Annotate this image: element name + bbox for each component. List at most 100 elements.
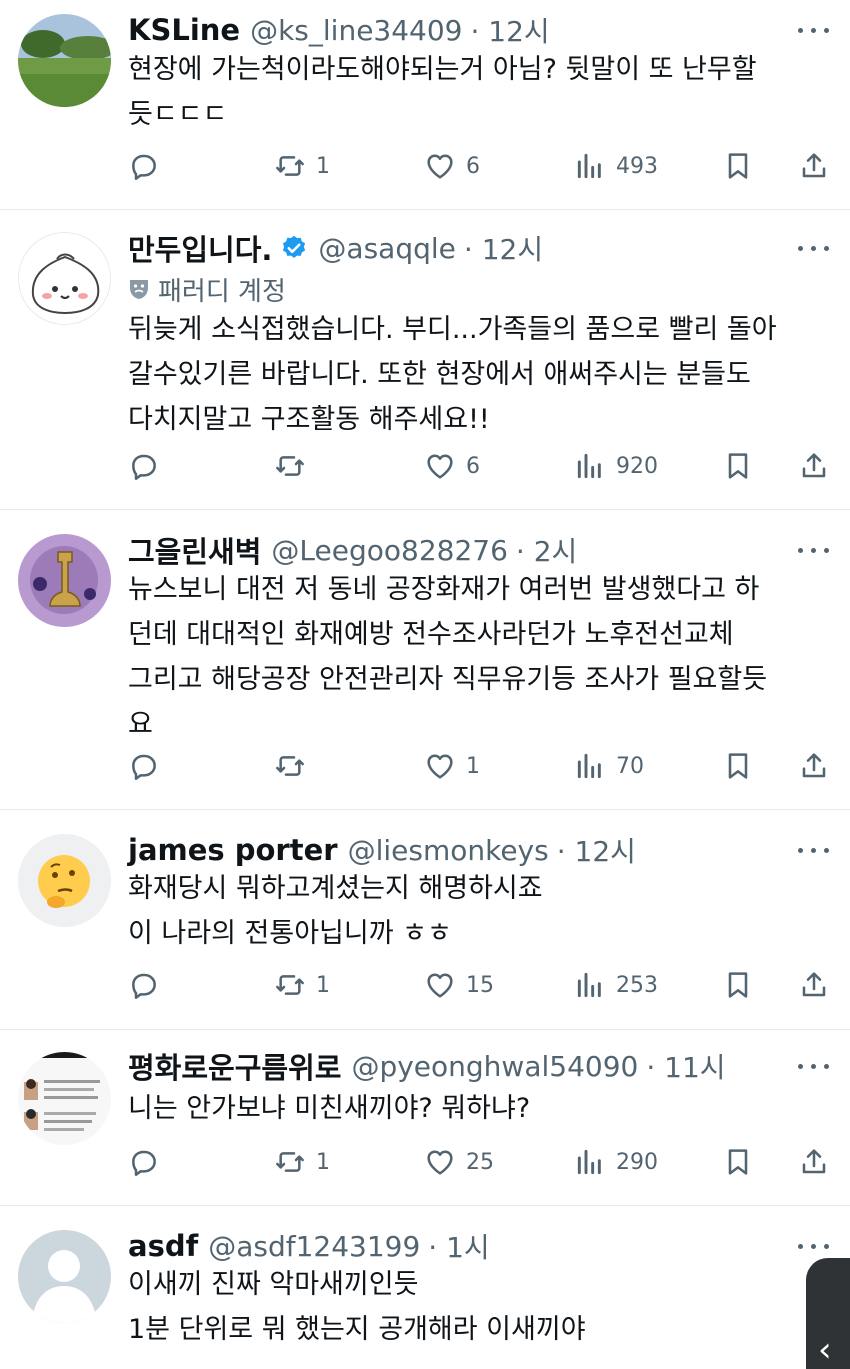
like-button[interactable]: 6 [424,146,480,186]
tweet[interactable]: asdf @asdf1243199 · 1시 이새끼 진짜 악마새끼인듯 1분 … [0,1206,850,1369]
views-button[interactable]: 493 [574,146,658,186]
more-icon[interactable] [798,242,830,254]
heart-icon [427,1150,453,1175]
author-handle[interactable]: @Leegoo828276 [271,534,507,567]
views-count: 493 [616,153,658,179]
reply-button[interactable] [128,746,160,786]
views-icon [577,1149,601,1175]
views-icon [577,153,601,179]
more-icon[interactable] [798,24,830,36]
timestamp[interactable]: · 2시 [516,530,577,570]
more-icon[interactable] [798,1240,830,1252]
share-icon [802,972,826,997]
tweet[interactable]: 만두입니다. @asaqqle · 12시 패러디 계정 뒤늦게 소식접했습니다… [0,210,850,510]
views-icon [577,753,601,779]
like-button[interactable]: 25 [424,1142,494,1182]
retweet-icon [276,456,304,476]
avatar[interactable] [18,14,111,107]
action-bar: 1 6 493 [128,146,830,186]
timestamp[interactable]: · 1시 [428,1226,489,1266]
action-bar: 1 70 [128,746,830,786]
bookmark-button[interactable] [722,746,754,786]
share-button[interactable] [798,1142,830,1182]
bookmark-icon [728,972,748,998]
tweet[interactable]: james porter @liesmonkeys · 12시 화재당시 뭐하고… [0,810,850,1030]
timestamp[interactable]: · 12시 [464,228,543,268]
views-count: 70 [616,753,644,779]
parody-mask-icon [130,280,148,299]
views-count: 920 [616,453,658,479]
author-name[interactable]: KSLine [128,13,240,47]
retweet-button[interactable] [274,446,316,486]
timestamp[interactable]: · 12시 [557,830,636,870]
avatar[interactable] [18,1052,111,1145]
verified-badge-icon [283,235,306,258]
author-handle[interactable]: @ks_line34409 [250,14,462,47]
avatar[interactable] [18,834,111,927]
retweet-button[interactable]: 1 [274,146,330,186]
author-name[interactable]: james porter [128,833,338,867]
share-button[interactable] [798,746,830,786]
reply-button[interactable] [128,446,160,486]
timestamp[interactable]: · 12시 [471,10,550,50]
retweet-count: 1 [316,1149,330,1175]
like-button[interactable]: 1 [424,746,480,786]
bookmark-icon [728,453,748,479]
retweet-icon [276,156,304,176]
retweet-button[interactable]: 1 [274,965,330,1005]
author-handle[interactable]: @liesmonkeys [348,834,549,867]
like-button[interactable]: 15 [424,965,494,1005]
bookmark-button[interactable] [722,446,754,486]
avatar[interactable] [18,232,111,325]
tweet[interactable]: 그을린새벽 @Leegoo828276 · 2시 뉴스보니 대전 저 동네 공장… [0,510,850,810]
retweet-button[interactable] [274,746,316,786]
share-button[interactable] [798,446,830,486]
reply-button[interactable] [128,1142,160,1182]
more-icon[interactable] [798,844,830,856]
side-drawer-handle[interactable]: ‹ [806,1258,850,1369]
like-count: 15 [466,972,494,998]
tweet-text: 이새끼 진짜 악마새끼인듯 1분 단위로 뭐 했는지 공개해라 이새끼야 [128,1269,586,1345]
avatar[interactable] [18,534,111,627]
retweet-icon [276,756,304,776]
share-icon [802,753,826,778]
tweet-text: 현장에 가는척이라도해야되는거 아님? 뒷말이 또 난무할 듯ㄷㄷㄷ [128,54,757,130]
more-icon[interactable] [798,1060,830,1072]
bookmark-button[interactable] [722,965,754,1005]
bookmark-icon [728,153,748,179]
views-icon [577,972,601,998]
like-button[interactable]: 6 [424,446,480,486]
retweet-icon [276,975,304,995]
retweet-button[interactable]: 1 [274,1142,330,1182]
author-name[interactable]: 평화로운구름위로 [128,1045,341,1087]
views-button[interactable]: 70 [574,746,644,786]
author-handle[interactable]: @pyeonghwal54090 [351,1050,638,1083]
like-count: 25 [466,1149,494,1175]
reply-icon [132,154,156,180]
share-button[interactable] [798,146,830,186]
action-bar: 6 920 [128,446,830,486]
reply-button[interactable] [128,965,160,1005]
author-name[interactable]: 만두입니다. [128,227,272,269]
author-handle[interactable]: @asaqqle [318,232,455,265]
avatar[interactable] [18,1230,111,1323]
author-handle[interactable]: @asdf1243199 [208,1230,420,1263]
author-name[interactable]: 그을린새벽 [128,529,261,571]
bookmark-button[interactable] [722,146,754,186]
share-icon [802,153,826,178]
author-name[interactable]: asdf [128,1229,198,1263]
views-button[interactable]: 290 [574,1142,658,1182]
share-button[interactable] [798,965,830,1005]
bookmark-button[interactable] [722,1142,754,1182]
timestamp[interactable]: · 11시 [646,1046,725,1086]
retweet-count: 1 [316,153,330,179]
bookmark-icon [728,1149,748,1175]
tweet[interactable]: KSLine @ks_line34409 · 12시 현장에 가는척이라도해야되… [0,0,850,210]
more-icon[interactable] [798,544,830,556]
tweet[interactable]: 평화로운구름위로 @pyeonghwal54090 · 11시 니는 안가보냐 … [0,1030,850,1206]
views-button[interactable]: 253 [574,965,658,1005]
heart-icon [427,973,453,998]
reply-button[interactable] [128,146,160,186]
action-bar: 1 25 290 [128,1142,830,1182]
views-button[interactable]: 920 [574,446,658,486]
